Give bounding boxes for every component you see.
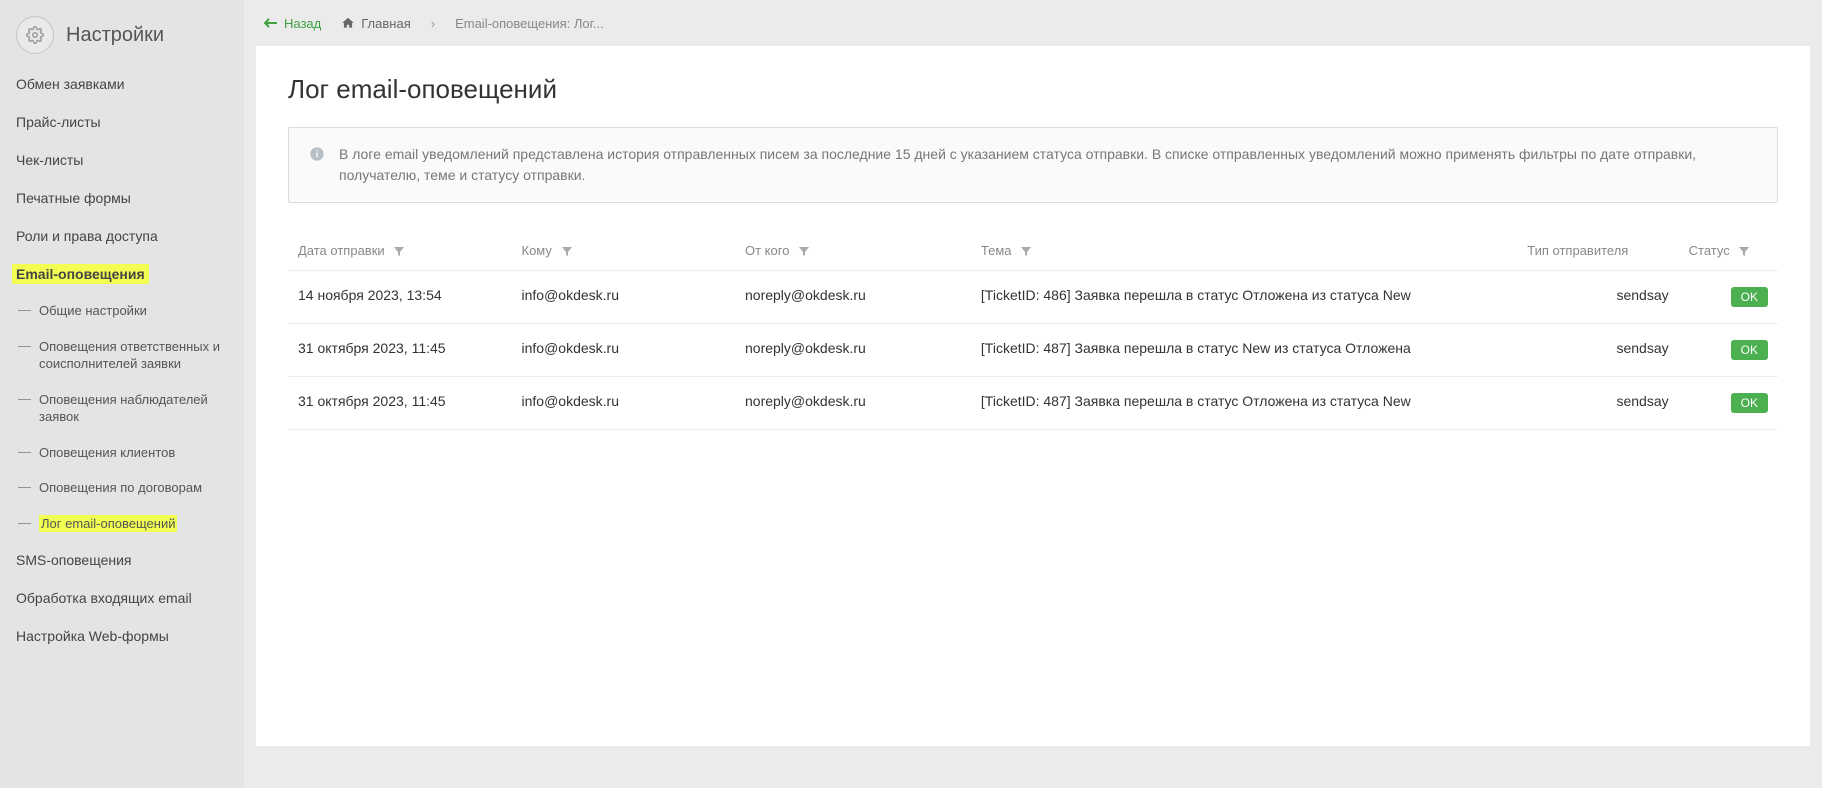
cell-status: OK [1679,271,1778,324]
sidebar-item-label: Печатные формы [16,190,131,206]
sidebar-item-printforms[interactable]: Печатные формы [0,179,244,217]
col-header-label: От кого [745,243,789,258]
col-header-label: Дата отправки [298,243,385,258]
sidebar-item-roles[interactable]: Роли и права доступа [0,217,244,255]
sidebar-item-exchange[interactable]: Обмен заявками [0,72,244,103]
cell-status: OK [1679,377,1778,430]
dash-icon: — [18,302,31,317]
col-header-label: Кому [522,243,552,258]
filter-icon[interactable] [1021,247,1031,257]
sidebar-item-label: Оповещения наблюдателей заявок [39,391,228,426]
main-content: Назад Главная › Email-оповещения: Лог...… [244,0,1822,788]
sidebar-item-label: Оповещения по договорам [39,479,202,497]
info-icon [309,146,325,186]
breadcrumb: Назад Главная › Email-оповещения: Лог... [244,0,1822,46]
cell-sender: sendsay [1517,324,1678,377]
sidebar-sub-general[interactable]: — Общие настройки [0,293,244,329]
sidebar-item-label: Чек-листы [16,152,83,168]
info-text: В логе email уведомлений представлена ис… [339,144,1757,186]
back-label: Назад [284,16,321,31]
sidebar-item-label: Роли и права доступа [16,228,158,244]
status-badge: OK [1731,287,1768,307]
sidebar-title: Настройки [66,24,164,47]
cell-from: noreply@okdesk.ru [735,271,971,324]
col-header-from[interactable]: От кого [735,231,971,271]
sidebar-sub-responsible[interactable]: — Оповещения ответственных и соисполнител… [0,329,244,382]
sidebar-sub-clients[interactable]: — Оповещения клиентов [0,435,244,471]
cell-from: noreply@okdesk.ru [735,324,971,377]
content-card: Лог email-оповещений В логе email уведом… [256,46,1810,746]
sidebar-sub-contracts[interactable]: — Оповещения по договорам [0,470,244,506]
cell-subject: [TicketID: 487] Заявка перешла в статус … [971,377,1517,430]
cell-date: 14 ноября 2023, 13:54 [288,271,512,324]
col-header-subject[interactable]: Тема [971,231,1517,271]
dash-icon: — [18,479,31,494]
cell-status: OK [1679,324,1778,377]
filter-icon[interactable] [394,247,404,257]
dash-icon: — [18,515,31,530]
cell-sender: sendsay [1517,377,1678,430]
filter-icon[interactable] [562,247,572,257]
filter-icon[interactable] [799,247,809,257]
gear-icon [16,16,54,54]
sidebar-item-webform[interactable]: Настройка Web-формы [0,617,244,655]
cell-date: 31 октября 2023, 11:45 [288,377,512,430]
sidebar-item-label: SMS-оповещения [16,552,132,568]
table-row[interactable]: 14 ноября 2023, 13:54 info@okdesk.ru nor… [288,271,1778,324]
breadcrumb-home-label: Главная [361,16,410,31]
home-icon [341,16,355,30]
col-header-label: Тип отправителя [1527,243,1628,258]
cell-from: noreply@okdesk.ru [735,377,971,430]
info-banner: В логе email уведомлений представлена ис… [288,127,1778,203]
breadcrumb-current: Email-оповещения: Лог... [455,16,604,31]
sidebar-item-label: Лог email-оповещений [39,515,177,533]
sidebar-item-label: Настройка Web-формы [16,628,169,644]
cell-to: info@okdesk.ru [512,324,736,377]
table-row[interactable]: 31 октября 2023, 11:45 info@okdesk.ru no… [288,324,1778,377]
col-header-label: Статус [1689,243,1730,258]
sidebar-item-email-notifications[interactable]: Email-оповещения [0,255,244,293]
dash-icon: — [18,391,31,406]
col-header-to[interactable]: Кому [512,231,736,271]
cell-to: info@okdesk.ru [512,271,736,324]
dash-icon: — [18,338,31,353]
sidebar-header: Настройки [0,0,244,72]
col-header-date[interactable]: Дата отправки [288,231,512,271]
sidebar-item-incoming-email[interactable]: Обработка входящих email [0,579,244,617]
cell-subject: [TicketID: 487] Заявка перешла в статус … [971,324,1517,377]
sidebar-sub-watchers[interactable]: — Оповещения наблюдателей заявок [0,382,244,435]
sidebar-sub-emaillog[interactable]: — Лог email-оповещений [0,506,244,542]
cell-subject: [TicketID: 486] Заявка перешла в статус … [971,271,1517,324]
sidebar-item-checklists[interactable]: Чек-листы [0,141,244,179]
breadcrumb-home[interactable]: Главная [341,16,410,31]
arrow-left-icon [264,18,278,28]
back-button[interactable]: Назад [264,16,321,31]
filter-icon[interactable] [1739,247,1749,257]
breadcrumb-separator: › [431,16,435,31]
email-log-table: Дата отправки Кому От кого Тема [288,231,1778,430]
cell-sender: sendsay [1517,271,1678,324]
cell-to: info@okdesk.ru [512,377,736,430]
page-title: Лог email-оповещений [288,74,1778,105]
col-header-status[interactable]: Статус [1679,231,1778,271]
sidebar-item-label: Email-оповещения [12,264,149,284]
sidebar-item-label: Обработка входящих email [16,590,192,606]
col-header-sender: Тип отправителя [1517,231,1678,271]
sidebar-item-label: Оповещения клиентов [39,444,175,462]
status-badge: OK [1731,393,1768,413]
settings-sidebar: Настройки Обмен заявками Прайс-листы Чек… [0,0,244,788]
col-header-label: Тема [981,243,1012,258]
table-row[interactable]: 31 октября 2023, 11:45 info@okdesk.ru no… [288,377,1778,430]
sidebar-item-label: Общие настройки [39,302,147,320]
sidebar-item-label: Прайс-листы [16,114,101,130]
cell-date: 31 октября 2023, 11:45 [288,324,512,377]
sidebar-item-label: Оповещения ответственных и соисполнителе… [39,338,228,373]
sidebar-item-sms[interactable]: SMS-оповещения [0,541,244,579]
status-badge: OK [1731,340,1768,360]
dash-icon: — [18,444,31,459]
sidebar-item-pricelists[interactable]: Прайс-листы [0,103,244,141]
sidebar-item-label: Обмен заявками [16,76,125,92]
